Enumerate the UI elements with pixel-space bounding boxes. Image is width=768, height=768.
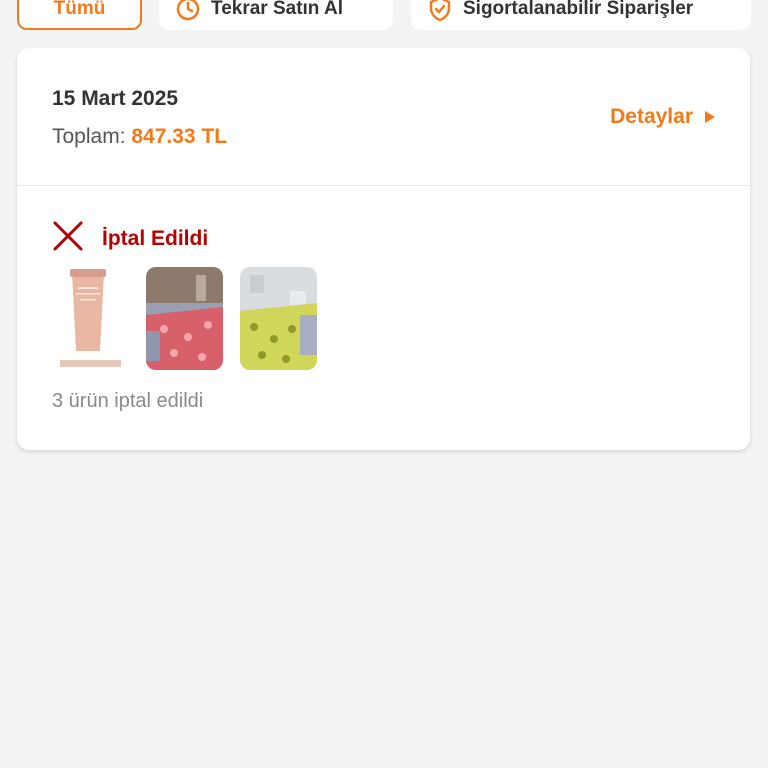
filter-bar: Tümü Tekrar Satın Al Sigortalanabilir Si… bbox=[0, 0, 768, 40]
filter-insurable-chip[interactable]: Sigortalanabilir Siparişler bbox=[411, 0, 751, 30]
order-total-label: Toplam: bbox=[52, 125, 126, 148]
chevron-right-icon bbox=[705, 105, 715, 129]
product-thumbnails bbox=[52, 267, 317, 370]
details-label: Detaylar bbox=[610, 105, 693, 128]
close-icon bbox=[52, 220, 84, 257]
order-card[interactable]: 15 Mart 2025 Toplam: 847.33 TL Detaylar … bbox=[17, 48, 750, 450]
order-date: 15 Mart 2025 bbox=[52, 87, 179, 110]
filter-all-chip[interactable]: Tümü bbox=[17, 0, 142, 30]
status-text: İptal Edildi bbox=[102, 226, 209, 250]
order-header: 15 Mart 2025 Toplam: 847.33 TL Detaylar bbox=[17, 48, 750, 185]
product-thumbnail-cream-tube[interactable] bbox=[52, 267, 129, 370]
product-thumbnail-bedding-yellow[interactable] bbox=[240, 267, 317, 370]
filter-insurable-label: Sigortalanabilir Siparişler bbox=[463, 0, 694, 19]
filter-all-label: Tümü bbox=[53, 0, 106, 19]
divider bbox=[17, 185, 750, 186]
shield-icon bbox=[427, 0, 453, 22]
details-link[interactable]: Detaylar bbox=[610, 105, 715, 129]
order-total-amount: 847.33 TL bbox=[131, 125, 228, 148]
order-total: Toplam: 847.33 TL bbox=[52, 125, 227, 149]
filter-rebuy-chip[interactable]: Tekrar Satın Al bbox=[159, 0, 393, 30]
cancel-note: 3 ürün iptal edildi bbox=[52, 390, 204, 412]
repeat-icon bbox=[175, 0, 201, 22]
order-status: İptal Edildi bbox=[52, 220, 208, 257]
product-thumbnail-bedding-pink[interactable] bbox=[146, 267, 223, 370]
filter-rebuy-label: Tekrar Satın Al bbox=[211, 0, 343, 19]
